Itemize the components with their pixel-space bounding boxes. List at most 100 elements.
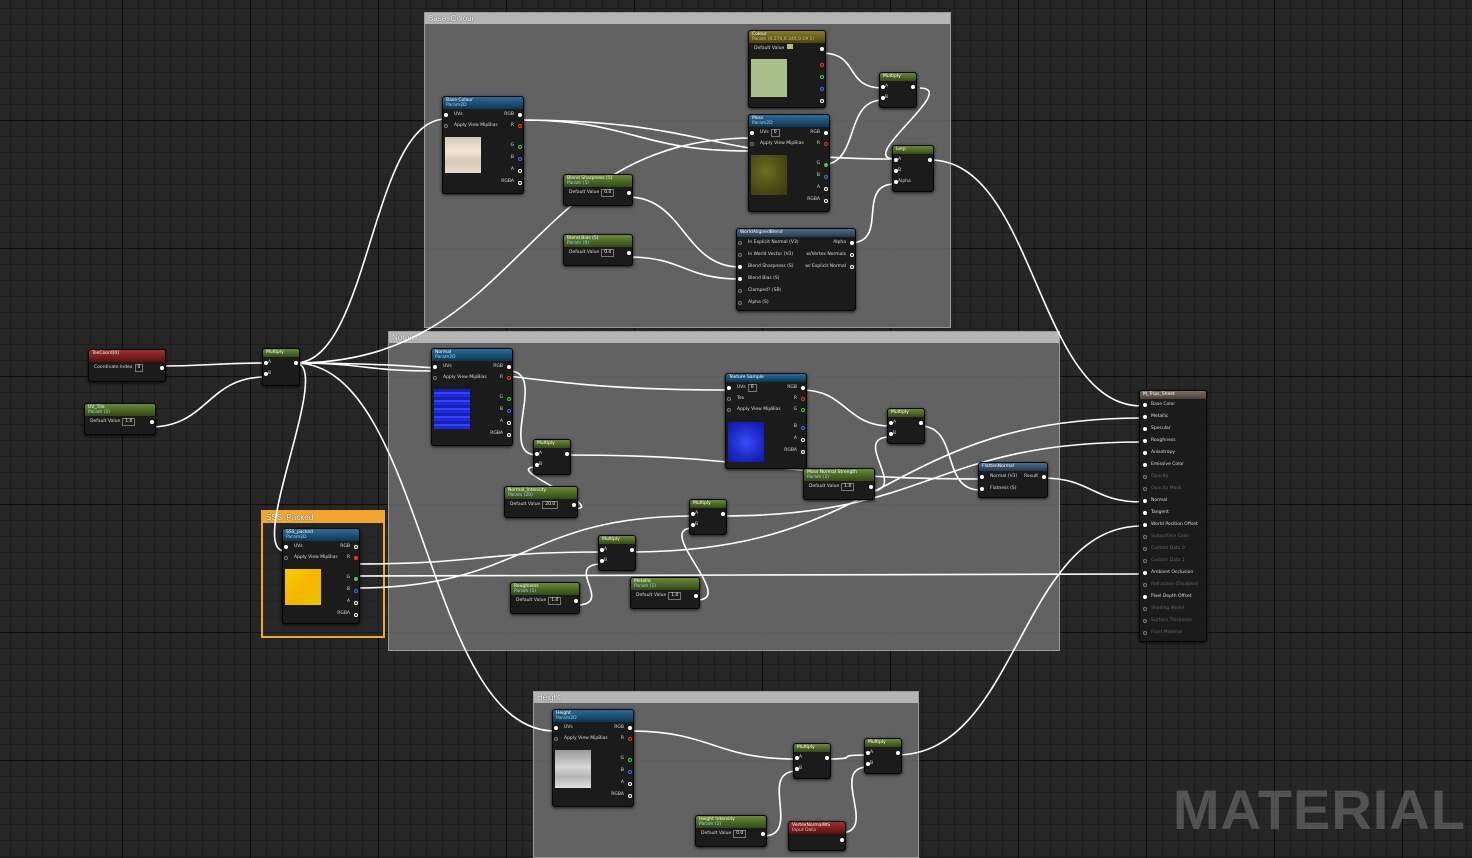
- node-normal-intensity[interactable]: Normal_Intensity Param (20) Default Value…: [504, 486, 578, 518]
- material-pin[interactable]: Tangent: [1140, 507, 1206, 519]
- node-multiply-normal[interactable]: Multiply A B: [533, 439, 571, 475]
- node-vertex-normal-ws[interactable]: VertexNormalWS Input Data: [788, 821, 846, 851]
- node-material-output[interactable]: M_Trips_Sheet Base Color Metallic Specular…: [1139, 390, 1207, 642]
- material-pin[interactable]: Ambient Occlusion: [1140, 567, 1206, 579]
- node-multiply-height[interactable]: Multiply A B: [793, 743, 831, 779]
- output-pin[interactable]: [160, 366, 164, 370]
- node-multiply-colour[interactable]: Multiply A B: [879, 72, 917, 108]
- input-pin[interactable]: [1143, 487, 1147, 491]
- node-moss-normal-strength[interactable]: Moss Normal Strength Param (1) Default Va…: [803, 468, 875, 500]
- input-pin[interactable]: [1143, 427, 1147, 431]
- node-sss-packed-texture[interactable]: SSS_packed Param2D UVs RGB Apply View MipB…: [282, 528, 360, 624]
- default-value-input[interactable]: 0.0: [601, 249, 615, 257]
- node-metallic-param[interactable]: Metallic Param (1) Default Value 1.0: [630, 577, 700, 609]
- material-pin-label: Metallic: [1151, 414, 1169, 419]
- input-pin[interactable]: [1143, 451, 1147, 455]
- material-pin-label: Normal: [1151, 498, 1168, 503]
- node-header: Roughness Param (1): [511, 583, 579, 595]
- default-value-input[interactable]: 20.0: [542, 501, 559, 509]
- input-pin[interactable]: [1143, 607, 1147, 611]
- wire: [159, 362, 266, 367]
- node-colour-param[interactable]: Colour Param (0.270,0.344,0.19 1) Default…: [748, 30, 826, 108]
- material-pin[interactable]: Base Color: [1140, 399, 1206, 411]
- material-pin[interactable]: Normal: [1140, 495, 1206, 507]
- node-header: Blend Sharpness (5) Param (5): [564, 175, 632, 187]
- colour-swatch[interactable]: [787, 44, 794, 49]
- node-blend-sharpness[interactable]: Blend Sharpness (5) Param (5) Default Val…: [563, 174, 633, 206]
- default-value-input[interactable]: 1.0: [548, 597, 562, 605]
- input-pin[interactable]: [1143, 511, 1147, 515]
- texture-preview: [445, 137, 481, 173]
- node-flatten-normal[interactable]: FlattenNormal Normal (V3) Result Flatness…: [978, 462, 1048, 498]
- node-multiply-moss-normal[interactable]: Multiply A B: [887, 408, 925, 444]
- input-pin[interactable]: [1143, 463, 1147, 467]
- material-pin[interactable]: Metallic: [1140, 411, 1206, 423]
- input-pin[interactable]: [1143, 475, 1147, 479]
- node-normal-texture[interactable]: Normal Param2D UVs RGB Apply View MipBias R…: [431, 348, 513, 446]
- node-header: VertexNormalWS Input Data: [789, 822, 845, 834]
- node-roughness-param[interactable]: Roughness Param (1) Default Value 1.0: [510, 582, 580, 614]
- material-pin[interactable]: Shading Model: [1140, 603, 1206, 615]
- material-pin[interactable]: Emissive Color: [1140, 459, 1206, 471]
- node-multiply-metallic[interactable]: Multiply A B: [689, 499, 727, 535]
- input-pin[interactable]: [1143, 535, 1147, 539]
- node-height-intensity[interactable]: Height Intensity Param (2) Default Value 0…: [695, 815, 767, 847]
- default-value-input[interactable]: 1.0: [668, 592, 682, 600]
- node-header: Normal_Intensity Param (20): [505, 487, 577, 499]
- input-pin[interactable]: [1143, 583, 1147, 587]
- input-pin[interactable]: [1143, 415, 1147, 419]
- wire: [929, 159, 1143, 407]
- material-pin[interactable]: Opacity Mask: [1140, 483, 1206, 495]
- material-pin[interactable]: Opacity: [1140, 471, 1206, 483]
- node-texture-sample[interactable]: Texture Sample UVs 0 RGB Tex R Apply View M…: [725, 373, 807, 469]
- wire: [825, 754, 869, 760]
- input-pin[interactable]: [1143, 439, 1147, 443]
- node-height-texture[interactable]: Height Param2D UVs RGB Apply View MipBias R…: [552, 709, 634, 807]
- material-pin[interactable]: Anisotropy: [1140, 447, 1206, 459]
- default-value-input[interactable]: 0.0: [601, 189, 615, 197]
- node-moss-texture[interactable]: Moss Param2D UVs 0 RGB Apply View MipBias R …: [748, 114, 830, 212]
- material-pin[interactable]: Refraction (Disabled): [1140, 579, 1206, 591]
- default-value-input[interactable]: 0.0: [733, 830, 747, 838]
- material-pin[interactable]: Pixel Depth Offset: [1140, 591, 1206, 603]
- input-pin[interactable]: [1143, 631, 1147, 635]
- material-pin[interactable]: Roughness: [1140, 435, 1206, 447]
- material-pin-label: Subsurface Color: [1151, 534, 1190, 539]
- input-pin[interactable]: [1143, 403, 1147, 407]
- coordinate-index-input[interactable]: 0: [134, 364, 144, 372]
- wire: [294, 118, 447, 364]
- node-lerp[interactable]: Lerp A B Alpha: [892, 145, 934, 192]
- input-pin[interactable]: [1143, 595, 1147, 599]
- wire: [149, 376, 266, 428]
- input-pin[interactable]: [1143, 523, 1147, 527]
- wire: [627, 196, 741, 268]
- node-header: Moss Param2D: [749, 115, 829, 127]
- input-pin[interactable]: [1143, 499, 1147, 503]
- node-world-aligned-blend[interactable]: WorldAlignedBlend In Explicit Normal (V3…: [736, 228, 856, 311]
- material-pin[interactable]: Specular: [1140, 423, 1206, 435]
- default-value-input[interactable]: 1.0: [841, 483, 855, 491]
- node-multiply-roughness[interactable]: Multiply A B: [598, 535, 636, 571]
- texture-preview: [555, 750, 591, 788]
- texture-preview: [285, 569, 321, 605]
- material-pin[interactable]: Subsurface Color: [1140, 531, 1206, 543]
- material-pin[interactable]: Front Material: [1140, 627, 1206, 639]
- material-pin[interactable]: World Position Offset: [1140, 519, 1206, 531]
- material-pin[interactable]: Surface Thickness: [1140, 615, 1206, 627]
- input-pin[interactable]: [1143, 571, 1147, 575]
- node-uv-tile[interactable]: UV_Tile Param (1) Default Value 1.0: [84, 403, 156, 435]
- node-base-colour-texture[interactable]: Base Colour Param2D UVs RGB Apply View Mip…: [442, 96, 524, 194]
- node-texcoord[interactable]: TexCoord[0] Coordinate Index 0: [88, 349, 166, 382]
- default-value-input[interactable]: 1.0: [122, 418, 136, 426]
- material-pin[interactable]: Custom Data 1: [1140, 555, 1206, 567]
- input-pin[interactable]: [1143, 559, 1147, 563]
- material-pin[interactable]: Custom Data 0: [1140, 543, 1206, 555]
- node-header: Metallic Param (1): [631, 578, 699, 590]
- node-multiply-vertex-normal[interactable]: Multiply A B: [864, 738, 902, 774]
- input-pin[interactable]: [1143, 619, 1147, 623]
- input-pin[interactable]: [1143, 547, 1147, 551]
- output-pin[interactable]: [294, 361, 298, 365]
- output-pin[interactable]: [150, 420, 154, 424]
- node-blend-bias[interactable]: Blend Bias (5) Param (0) Default Value 0.0: [563, 234, 633, 266]
- node-multiply-uv[interactable]: Multiply A B: [262, 348, 300, 386]
